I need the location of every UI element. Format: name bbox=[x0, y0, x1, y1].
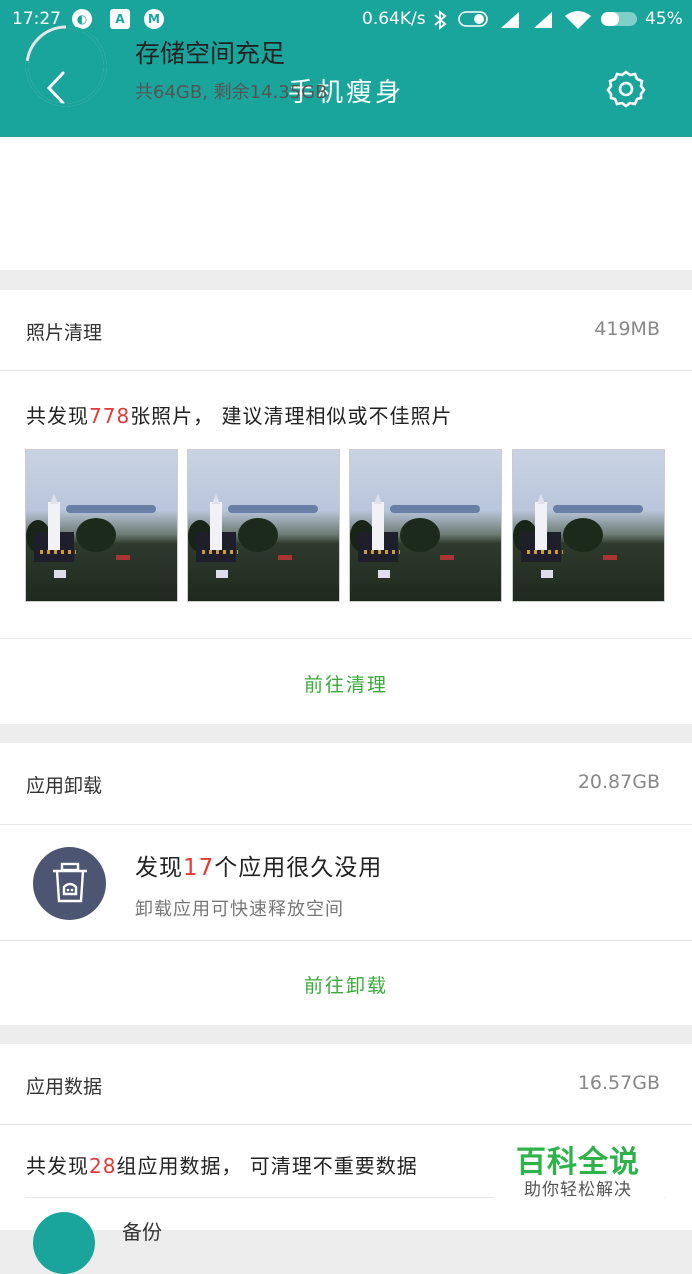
trash-icon bbox=[33, 847, 106, 920]
watermark: 百科全说 助你轻松解决 bbox=[494, 1125, 664, 1205]
headline-prefix: 发现 bbox=[135, 855, 183, 881]
section-size-uninstall: 20.87GB bbox=[577, 771, 660, 793]
battery-icon bbox=[601, 12, 637, 26]
toggle-icon bbox=[458, 11, 488, 27]
watermark-sub: 助你轻松解决 bbox=[524, 1180, 632, 1200]
photo-clean-header[interactable]: 照片清理 419MB bbox=[0, 290, 692, 370]
storage-card bbox=[0, 137, 692, 270]
app-uninstall-header[interactable]: 应用卸载 20.87GB bbox=[0, 743, 692, 823]
storage-score: 77 bbox=[50, 52, 82, 80]
photo-count: 778 bbox=[89, 404, 131, 428]
section-size-photo: 419MB bbox=[594, 318, 660, 340]
uninstall-headline: 发现17个应用很久没用 bbox=[135, 848, 382, 882]
desc-suffix: 张照片， 建议清理相似或不佳照片 bbox=[130, 404, 453, 428]
desc-prefix: 共发现 bbox=[26, 404, 89, 428]
uninstall-subtitle: 卸载应用可快速释放空间 bbox=[135, 899, 344, 920]
desc-prefix: 共发现 bbox=[26, 1154, 89, 1178]
go-clean-button[interactable]: 前往清理 bbox=[0, 670, 692, 697]
app-data-description: 共发现28组应用数据， 可清理不重要数据 bbox=[26, 1150, 418, 1179]
divider bbox=[0, 638, 692, 639]
network-speed: 0.64K/s bbox=[362, 9, 426, 29]
photo-thumbnail-2[interactable] bbox=[187, 449, 340, 602]
backup-icon bbox=[33, 1212, 95, 1274]
storage-subtitle: 共64GB, 剩余14.35GB bbox=[135, 82, 328, 103]
app-icon-3: M bbox=[144, 9, 164, 29]
backup-item-label[interactable]: 备份 bbox=[122, 1216, 162, 1245]
photo-clean-description: 共发现778张照片， 建议清理相似或不佳照片 bbox=[26, 400, 453, 429]
signal-icon-2 bbox=[534, 12, 552, 28]
section-size-appdata: 16.57GB bbox=[577, 1072, 660, 1094]
app-data-header[interactable]: 应用数据 16.57GB bbox=[0, 1044, 692, 1124]
photo-thumbnail-1[interactable] bbox=[25, 449, 178, 602]
gear-icon[interactable] bbox=[604, 66, 648, 110]
section-title-uninstall: 应用卸载 bbox=[26, 775, 103, 797]
divider bbox=[0, 824, 692, 825]
storage-title: 存储空间充足 bbox=[135, 39, 286, 68]
divider bbox=[0, 370, 692, 371]
go-uninstall-button[interactable]: 前往卸载 bbox=[0, 971, 692, 998]
section-title-photo: 照片清理 bbox=[26, 322, 103, 344]
divider bbox=[0, 940, 692, 941]
desc-suffix: 组应用数据， 可清理不重要数据 bbox=[116, 1154, 418, 1178]
bluetooth-icon bbox=[434, 10, 447, 30]
battery-percent: 45% bbox=[645, 9, 683, 29]
headline-suffix: 个应用很久没用 bbox=[214, 855, 383, 881]
photo-thumbnail-3[interactable] bbox=[349, 449, 502, 602]
app-data-count: 28 bbox=[89, 1154, 117, 1178]
app-icon-2: A bbox=[110, 9, 130, 29]
unused-app-count: 17 bbox=[183, 855, 215, 881]
signal-icon bbox=[501, 12, 519, 28]
photo-thumbnail-4[interactable] bbox=[512, 449, 665, 602]
wifi-icon bbox=[565, 11, 591, 29]
section-title-appdata: 应用数据 bbox=[26, 1076, 103, 1098]
